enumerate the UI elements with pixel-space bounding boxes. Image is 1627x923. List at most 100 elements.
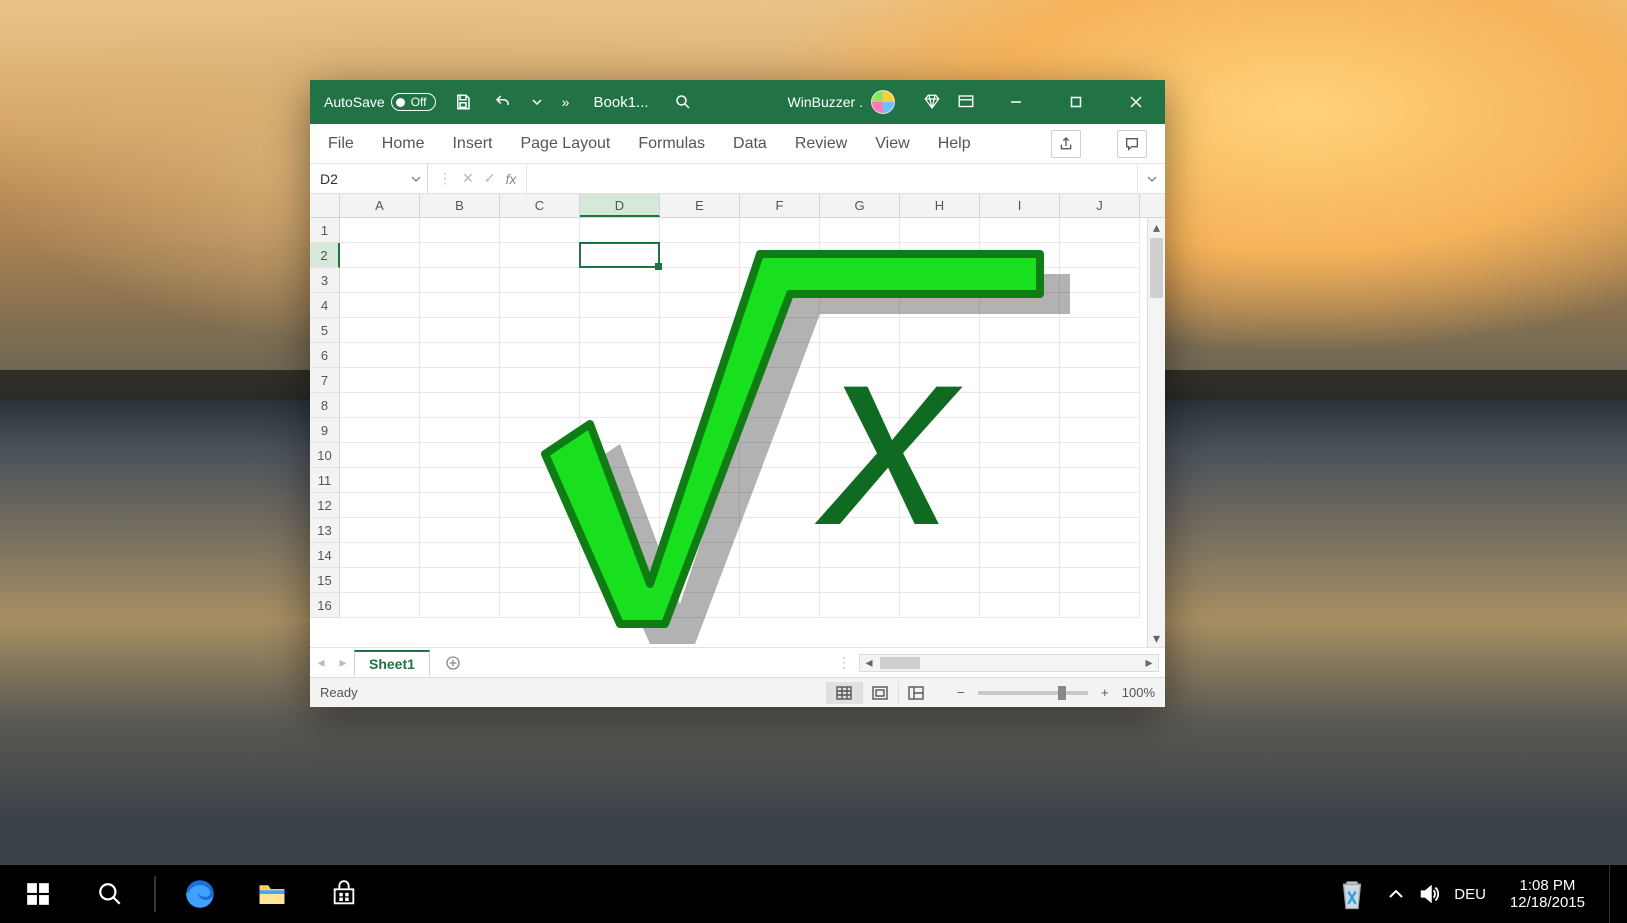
tab-view[interactable]: View — [875, 135, 909, 153]
cell[interactable] — [420, 568, 500, 593]
cell[interactable] — [900, 268, 980, 293]
row-header[interactable]: 16 — [310, 593, 340, 618]
sheet-nav-prev-icon[interactable]: ◂ — [310, 654, 332, 671]
tab-formulas[interactable]: Formulas — [638, 135, 705, 153]
maximize-button[interactable] — [1053, 80, 1099, 124]
cell[interactable] — [500, 393, 580, 418]
cell[interactable] — [740, 243, 820, 268]
cell[interactable] — [1060, 218, 1140, 243]
cell[interactable] — [820, 293, 900, 318]
cell[interactable] — [420, 443, 500, 468]
cell[interactable] — [980, 218, 1060, 243]
scroll-right-icon[interactable]: ▸ — [1140, 654, 1158, 671]
cell[interactable] — [1060, 593, 1140, 618]
col-header[interactable]: B — [420, 194, 500, 217]
file-explorer-icon[interactable] — [240, 865, 304, 923]
col-header[interactable]: C — [500, 194, 580, 217]
cell[interactable] — [580, 393, 660, 418]
cell[interactable] — [340, 393, 420, 418]
splitter-icon[interactable]: ⋮ — [829, 654, 859, 671]
cell[interactable] — [660, 468, 740, 493]
cell[interactable] — [340, 468, 420, 493]
col-header[interactable]: A — [340, 194, 420, 217]
cell[interactable] — [340, 318, 420, 343]
cell[interactable] — [660, 318, 740, 343]
cell[interactable] — [580, 443, 660, 468]
cell[interactable] — [340, 343, 420, 368]
cell[interactable] — [580, 568, 660, 593]
new-sheet-button[interactable] — [440, 650, 466, 676]
cell[interactable] — [420, 418, 500, 443]
cell[interactable] — [420, 468, 500, 493]
cell[interactable] — [900, 243, 980, 268]
row-header[interactable]: 9 — [310, 418, 340, 443]
cell[interactable] — [980, 418, 1060, 443]
sheet-nav-next-icon[interactable]: ▸ — [332, 654, 354, 671]
row-header[interactable]: 6 — [310, 343, 340, 368]
cell[interactable] — [1060, 493, 1140, 518]
tab-insert[interactable]: Insert — [452, 135, 492, 153]
cell[interactable] — [900, 393, 980, 418]
cell[interactable] — [340, 368, 420, 393]
show-desktop-button[interactable] — [1609, 865, 1617, 923]
cell[interactable] — [980, 468, 1060, 493]
cell[interactable] — [420, 293, 500, 318]
cell[interactable] — [500, 593, 580, 618]
cell[interactable] — [980, 368, 1060, 393]
cell[interactable] — [500, 493, 580, 518]
cell[interactable] — [580, 218, 660, 243]
cell[interactable] — [420, 518, 500, 543]
row-header[interactable]: 15 — [310, 568, 340, 593]
cell[interactable] — [1060, 518, 1140, 543]
cell[interactable] — [1060, 268, 1140, 293]
cell[interactable] — [580, 593, 660, 618]
col-header[interactable]: F — [740, 194, 820, 217]
view-normal-icon[interactable] — [826, 682, 862, 704]
cell[interactable] — [1060, 443, 1140, 468]
cell[interactable] — [740, 568, 820, 593]
recycle-bin-icon[interactable] — [1330, 865, 1374, 923]
cell[interactable] — [340, 418, 420, 443]
cell[interactable] — [740, 418, 820, 443]
sheet-tab[interactable]: Sheet1 — [354, 650, 430, 676]
row-header[interactable]: 5 — [310, 318, 340, 343]
cell[interactable] — [1060, 368, 1140, 393]
fx-icon[interactable]: fx — [505, 171, 516, 187]
cell[interactable] — [420, 243, 500, 268]
cell[interactable] — [660, 293, 740, 318]
cell[interactable] — [500, 568, 580, 593]
cell[interactable] — [1060, 318, 1140, 343]
cell[interactable] — [1060, 293, 1140, 318]
cell[interactable] — [1060, 393, 1140, 418]
cell[interactable] — [580, 343, 660, 368]
cell[interactable] — [1060, 418, 1140, 443]
search-icon[interactable] — [670, 89, 696, 115]
cell[interactable] — [740, 593, 820, 618]
cell[interactable] — [900, 568, 980, 593]
cell[interactable] — [500, 318, 580, 343]
scroll-up-icon[interactable]: ▴ — [1148, 218, 1165, 236]
col-header[interactable]: H — [900, 194, 980, 217]
cell[interactable] — [660, 568, 740, 593]
tab-review[interactable]: Review — [795, 135, 847, 153]
cell[interactable] — [580, 293, 660, 318]
zoom-in-button[interactable]: + — [1096, 685, 1114, 700]
cell[interactable] — [740, 468, 820, 493]
cell[interactable] — [660, 243, 740, 268]
cell[interactable] — [820, 243, 900, 268]
cell[interactable] — [580, 268, 660, 293]
cell[interactable] — [580, 468, 660, 493]
cell[interactable] — [420, 218, 500, 243]
cell[interactable] — [500, 468, 580, 493]
cell[interactable] — [980, 293, 1060, 318]
cell[interactable] — [1060, 343, 1140, 368]
cell[interactable] — [900, 218, 980, 243]
cell[interactable] — [740, 543, 820, 568]
cell[interactable] — [980, 343, 1060, 368]
row-header[interactable]: 14 — [310, 543, 340, 568]
cell[interactable] — [420, 493, 500, 518]
cell[interactable] — [660, 368, 740, 393]
cell[interactable] — [580, 318, 660, 343]
cell[interactable] — [500, 518, 580, 543]
cell[interactable] — [820, 518, 900, 543]
